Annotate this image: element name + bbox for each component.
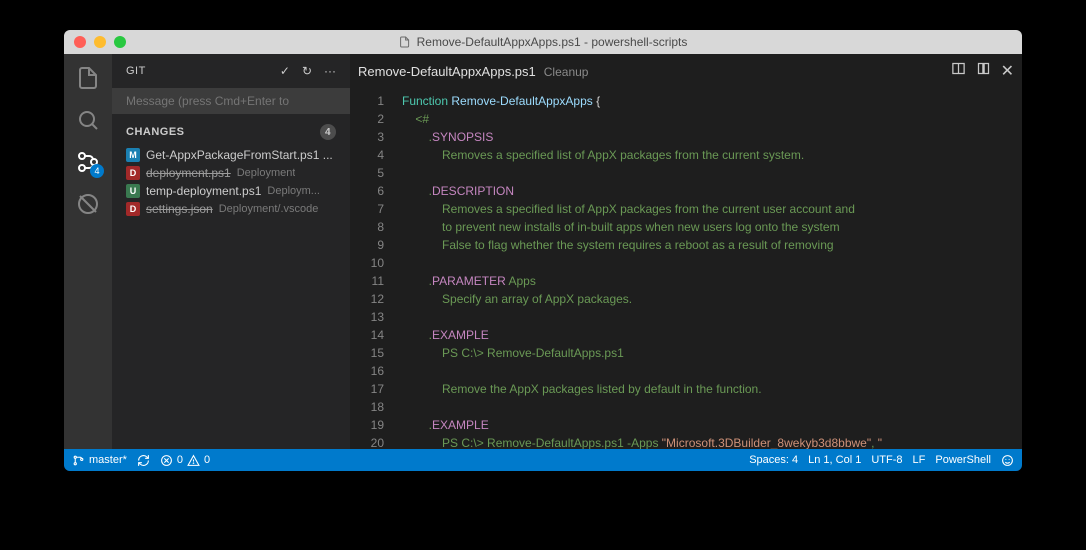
code-lines[interactable]: Function Remove-DefaultAppxApps { <# .SY… xyxy=(398,88,1022,449)
sidebar-header: GIT ✓ ↻ ··· xyxy=(112,54,350,88)
status-letter: U xyxy=(126,184,140,198)
editor-header: Remove-DefaultAppxApps.ps1 Cleanup ✕ xyxy=(350,54,1022,88)
toggle-changes-icon[interactable] xyxy=(976,61,991,81)
problems-indicator[interactable]: 0 0 xyxy=(160,454,210,467)
window-title: Remove-DefaultAppxApps.ps1 - powershell-… xyxy=(399,35,688,49)
file-path: Deployment xyxy=(237,167,296,179)
file-name: settings.json xyxy=(146,202,213,216)
minimize-window-button[interactable] xyxy=(94,36,106,48)
editor-area: Remove-DefaultAppxApps.ps1 Cleanup ✕ 123… xyxy=(350,54,1022,449)
file-name: Get-AppxPackageFromStart.ps1 ... xyxy=(146,148,333,162)
commit-message-input[interactable] xyxy=(112,88,350,114)
sidebar-title: GIT xyxy=(126,65,146,77)
refresh-icon[interactable]: ↻ xyxy=(302,64,312,78)
file-icon xyxy=(399,35,411,49)
split-editor-icon[interactable] xyxy=(951,61,966,81)
file-path: Deploym... xyxy=(267,185,320,197)
explorer-icon[interactable] xyxy=(74,64,102,92)
encoding-indicator[interactable]: UTF-8 xyxy=(871,454,902,466)
status-letter: M xyxy=(126,148,140,162)
language-indicator[interactable]: PowerShell xyxy=(935,454,991,466)
zoom-window-button[interactable] xyxy=(114,36,126,48)
file-name: deployment.ps1 xyxy=(146,166,231,180)
indentation-indicator[interactable]: Spaces: 4 xyxy=(749,454,798,466)
change-item[interactable]: Utemp-deployment.ps1 Deploym... xyxy=(112,182,350,200)
window-controls xyxy=(64,36,126,48)
eol-indicator[interactable]: LF xyxy=(913,454,926,466)
debug-icon[interactable] xyxy=(74,190,102,218)
file-path: Deployment/.vscode xyxy=(219,203,319,215)
more-icon[interactable]: ··· xyxy=(324,64,336,78)
status-letter: D xyxy=(126,166,140,180)
app-window: Remove-DefaultAppxApps.ps1 - powershell-… xyxy=(64,30,1022,471)
sidebar: GIT ✓ ↻ ··· CHANGES 4 M Get-AppxPackageFr… xyxy=(112,54,350,449)
source-control-icon[interactable]: 4 xyxy=(74,148,102,176)
line-numbers: 1234567891011121314151617181920 xyxy=(350,88,398,449)
scm-badge: 4 xyxy=(90,164,104,178)
change-item[interactable]: Ddeployment.ps1 Deployment xyxy=(112,164,350,182)
code-editor[interactable]: 1234567891011121314151617181920 Function… xyxy=(350,88,1022,449)
change-item[interactable]: Dsettings.json Deployment/.vscode xyxy=(112,200,350,218)
close-tab-icon[interactable]: ✕ xyxy=(1001,61,1014,81)
search-icon[interactable] xyxy=(74,106,102,134)
close-window-button[interactable] xyxy=(74,36,86,48)
feedback-icon[interactable] xyxy=(1001,454,1014,467)
changes-list: M Get-AppxPackageFromStart.ps1 ... Ddeploy… xyxy=(112,144,350,220)
status-letter: D xyxy=(126,202,140,216)
sync-icon[interactable] xyxy=(137,454,150,467)
commit-icon[interactable]: ✓ xyxy=(280,64,290,78)
changes-count: 4 xyxy=(320,124,336,140)
change-item[interactable]: M Get-AppxPackageFromStart.ps1 ... xyxy=(112,146,350,164)
changes-header[interactable]: CHANGES 4 xyxy=(112,120,350,144)
branch-indicator[interactable]: master* xyxy=(72,454,127,467)
file-name: temp-deployment.ps1 xyxy=(146,184,261,198)
statusbar: master* 0 0 Spaces: 4 Ln 1, Col 1 UTF-8 … xyxy=(64,449,1022,471)
cursor-position[interactable]: Ln 1, Col 1 xyxy=(808,454,861,466)
activity-bar: 4 xyxy=(64,54,112,449)
open-tab[interactable]: Remove-DefaultAppxApps.ps1 Cleanup xyxy=(358,64,588,79)
titlebar[interactable]: Remove-DefaultAppxApps.ps1 - powershell-… xyxy=(64,30,1022,54)
